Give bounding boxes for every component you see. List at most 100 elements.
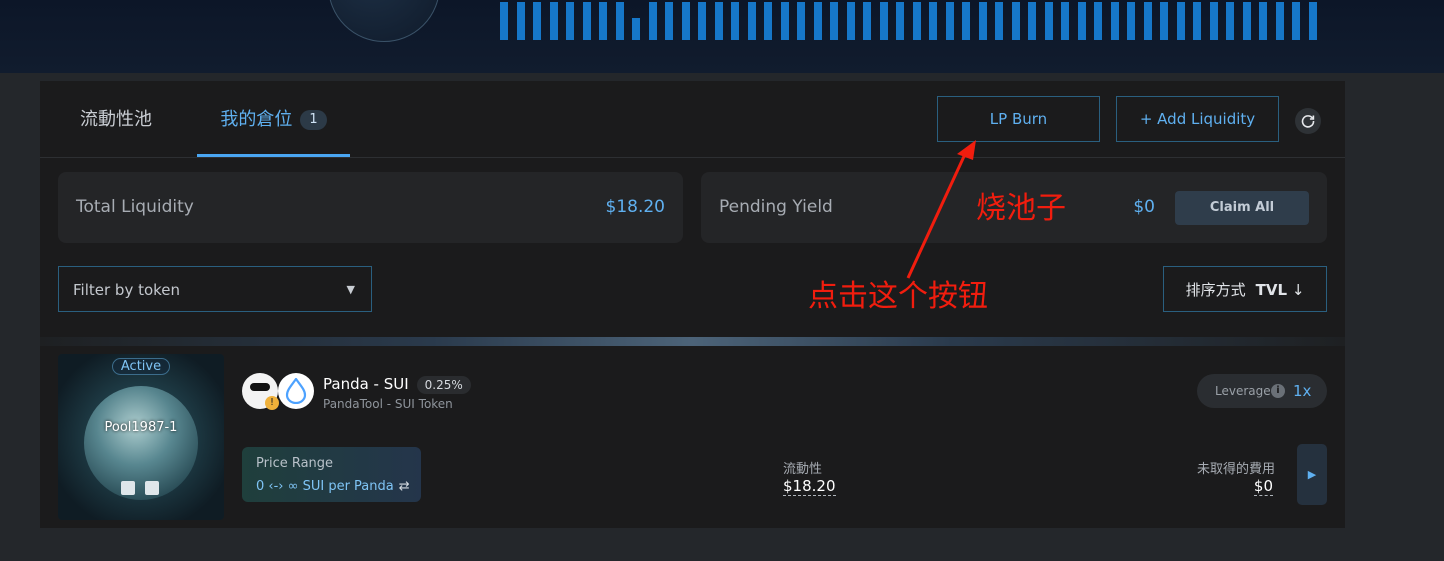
banner-bar	[1061, 2, 1069, 40]
liquidity-label: 流動性	[783, 462, 823, 477]
banner-bar	[846, 2, 855, 40]
banner-bar	[1292, 2, 1300, 40]
banner-bar	[1094, 2, 1102, 40]
banner-bar	[1193, 2, 1201, 40]
unclaimed-fees-value: $0	[1253, 477, 1273, 496]
positions-panel: 流動性池 我的倉位 1 LP Burn + Add Liquidity Total…	[40, 81, 1345, 337]
banner-bar	[1028, 2, 1036, 40]
banner-bar	[1143, 2, 1152, 40]
banner-bar	[582, 2, 591, 40]
info-icon[interactable]: i	[1271, 384, 1285, 398]
banner-bar	[896, 2, 904, 40]
banner-bar	[1127, 2, 1135, 40]
sort-label: 排序方式	[1185, 281, 1246, 299]
banner-bar	[912, 2, 921, 40]
decorative-strip	[40, 337, 1345, 346]
banner-bar	[978, 2, 987, 40]
refresh-icon	[1301, 115, 1315, 128]
claim-all-button[interactable]: Claim All	[1175, 191, 1309, 225]
pair-name: Panda - SUI 0.25%	[323, 375, 471, 394]
tab-my-positions-label: 我的倉位	[220, 109, 293, 130]
nft-pool-name: Pool1987-1	[104, 420, 178, 435]
banner-bar	[1275, 2, 1284, 40]
position-nft-image[interactable]: Active Pool1987-1	[58, 354, 224, 520]
total-liquidity-value: $18.20	[605, 197, 665, 217]
banner-bar	[863, 2, 871, 40]
banner-bar	[879, 2, 888, 40]
pending-yield-label: Pending Yield	[719, 197, 833, 217]
pair-name-text: Panda - SUI	[323, 375, 409, 393]
swap-icon[interactable]: ⇄	[399, 479, 410, 494]
refresh-button[interactable]	[1295, 108, 1321, 134]
lp-burn-button[interactable]: LP Burn	[937, 96, 1100, 142]
banner-bar	[830, 2, 838, 40]
banner-bar	[747, 2, 756, 40]
warning-icon: !	[265, 396, 279, 410]
liquidity-value: $18.20	[783, 477, 836, 496]
banner-bar	[714, 2, 723, 40]
nft-status-badge: Active	[111, 358, 171, 375]
fee-tier-badge: 0.25%	[416, 376, 471, 394]
leverage-label: Leverage	[1215, 384, 1271, 398]
annotation-arrow-icon	[906, 140, 976, 279]
banner-bar	[962, 2, 970, 40]
banner-bar	[813, 2, 822, 40]
chevron-down-icon: ▼	[346, 283, 355, 296]
position-row: Active Pool1987-1 ! Panda - SUI 0.25% Pan…	[40, 346, 1345, 528]
banner-bar	[549, 2, 558, 40]
banner-bar	[665, 2, 673, 40]
banner-bar	[995, 2, 1003, 40]
banner-bar	[681, 2, 690, 40]
price-range-label: Price Range	[256, 456, 334, 471]
banner-bar	[1160, 2, 1168, 40]
external-link-icon[interactable]	[145, 481, 159, 495]
banner-bar	[632, 18, 640, 40]
total-liquidity-label: Total Liquidity	[76, 197, 194, 217]
leverage-pill: Leverage i 1x	[1197, 374, 1327, 408]
banner-decoration-circle	[328, 0, 440, 42]
price-range-box: Price Range 0 ‹-› ∞ SUI per Panda ⇄	[242, 447, 421, 502]
banner-bar	[599, 2, 607, 40]
banner-bar	[1011, 2, 1020, 40]
banner-bar	[797, 2, 805, 40]
banner-bar	[1176, 2, 1185, 40]
pending-yield-value: $0	[1133, 197, 1155, 217]
unclaimed-fees-label: 未取得的費用	[1196, 462, 1275, 477]
leverage-value: 1x	[1293, 382, 1312, 400]
tab-my-positions[interactable]: 我的倉位 1	[197, 81, 350, 157]
sort-value: TVL	[1255, 281, 1288, 299]
banner-bar	[929, 2, 937, 40]
banner-bar	[764, 2, 772, 40]
banner-bar	[698, 2, 706, 40]
price-range-value: 0 ‹-› ∞ SUI per Panda	[256, 479, 394, 494]
banner-bar	[566, 2, 574, 40]
sort-button[interactable]: 排序方式 TVL ↓	[1163, 266, 1327, 312]
tab-liquidity-pools[interactable]: 流動性池	[80, 81, 152, 157]
banner-bar	[731, 2, 739, 40]
filter-by-token-select[interactable]: Filter by token ▼	[58, 266, 372, 312]
pair-subtitle: PandaTool - SUI Token	[323, 397, 453, 411]
filter-placeholder: Filter by token	[73, 281, 181, 299]
expand-button[interactable]: ▶	[1297, 444, 1327, 505]
banner-bar	[500, 2, 508, 40]
banner-bar	[945, 2, 954, 40]
banner-bar	[1110, 2, 1119, 40]
sui-drop-icon	[285, 378, 307, 404]
banner-bar	[615, 2, 624, 40]
tab-divider	[40, 157, 1345, 158]
banner-bar	[1226, 2, 1234, 40]
total-liquidity-card: Total Liquidity $18.20	[58, 172, 683, 243]
sui-token-icon	[278, 373, 314, 409]
positions-count-badge: 1	[300, 110, 327, 130]
banner-bar	[1308, 2, 1317, 40]
header-banner	[0, 0, 1444, 73]
banner-bar	[648, 2, 657, 40]
banner-bar	[1077, 2, 1086, 40]
banner-bar	[780, 2, 789, 40]
copy-icon[interactable]	[121, 481, 135, 495]
banner-bar	[1242, 2, 1251, 40]
banner-bar	[533, 2, 541, 40]
banner-bar	[516, 2, 525, 40]
play-right-icon: ▶	[1307, 468, 1317, 481]
add-liquidity-button[interactable]: + Add Liquidity	[1116, 96, 1279, 142]
